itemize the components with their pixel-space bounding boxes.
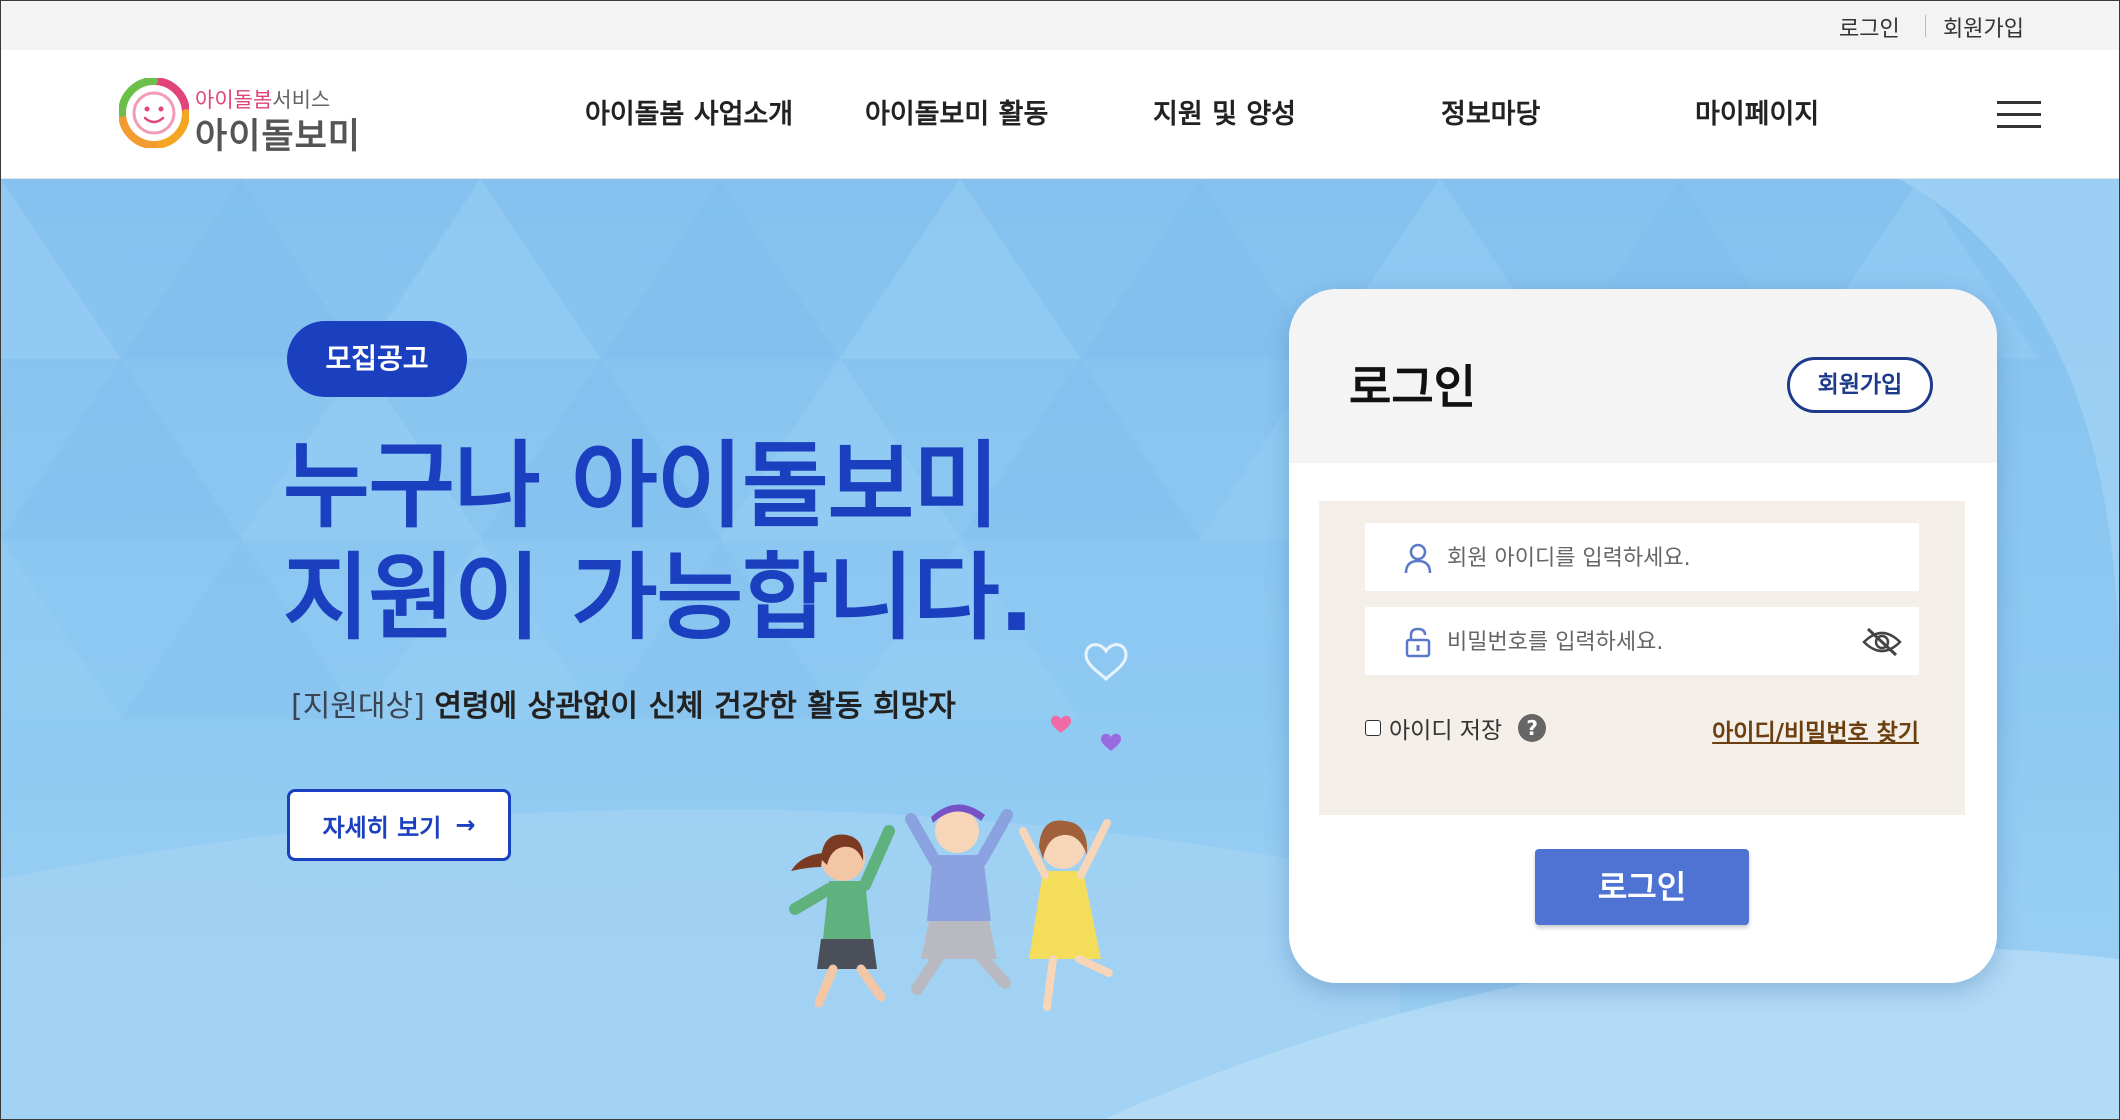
nav-support-training[interactable]: 지원 및 양성 xyxy=(1153,92,1296,131)
login-submit-button[interactable]: 로그인 xyxy=(1535,849,1749,925)
save-id-checkbox[interactable] xyxy=(1365,720,1381,736)
hero-subtext-prefix: [지원대상] xyxy=(291,689,425,724)
password-field[interactable] xyxy=(1365,607,1919,677)
nav-mypage[interactable]: 마이페이지 xyxy=(1695,92,1819,131)
login-card-header: 로그인 회원가입 xyxy=(1289,289,1997,463)
hero-section: 모집공고 누구나 아이돌보미 지원이 가능합니다. [지원대상] 연령에 상관없… xyxy=(1,179,2119,1119)
heart-outline-icon xyxy=(1084,643,1128,682)
nav-activity[interactable]: 아이돌보미 활동 xyxy=(865,92,1048,131)
password-input[interactable] xyxy=(1445,607,1869,677)
nav-info[interactable]: 정보마당 xyxy=(1441,92,1540,131)
site-header: 아이돌봄서비스 아이돌보미 아이돌봄 사업소개 아이돌보미 활동 지원 및 양성… xyxy=(1,50,2119,179)
login-form: 아이디 저장 ? 아이디/비밀번호 찾기 xyxy=(1319,501,1965,815)
hamburger-menu-icon[interactable] xyxy=(1997,101,2041,129)
eye-off-icon[interactable] xyxy=(1861,627,1903,657)
id-input[interactable] xyxy=(1445,523,1869,593)
help-icon[interactable]: ? xyxy=(1518,714,1547,742)
login-title: 로그인 xyxy=(1349,360,1476,414)
user-icon xyxy=(1404,543,1432,574)
nav-about[interactable]: 아이돌봄 사업소개 xyxy=(585,92,793,131)
smile-logo-icon xyxy=(119,78,189,148)
save-id-row: 아이디 저장 ? xyxy=(1365,711,1547,745)
login-card: 로그인 회원가입 회원 아이디를 입력하세요. 아이디 저장 ? 아이디/비밀번… xyxy=(1289,289,1997,983)
page-frame: 로그인 회원가입 아이돌봄서비스 아이돌보미 아이돌봄 사업소개 아이돌보미 활… xyxy=(0,0,2120,1120)
heart-purple-icon xyxy=(1101,733,1121,751)
arrow-right-icon: → xyxy=(455,811,476,839)
id-field[interactable] xyxy=(1365,523,1919,593)
heart-pink-icon xyxy=(1051,715,1071,733)
utility-divider xyxy=(1925,15,1926,37)
more-details-button[interactable]: 자세히 보기 → xyxy=(287,789,511,861)
logo-title: 아이돌보미 xyxy=(195,117,362,157)
utility-signup-link[interactable]: 회원가입 xyxy=(1943,11,2024,43)
site-logo[interactable]: 아이돌봄서비스 아이돌보미 xyxy=(119,78,360,157)
card-signup-button[interactable]: 회원가입 xyxy=(1787,357,1933,413)
recruit-badge: 모집공고 xyxy=(287,321,467,397)
hero-headline-line1: 누구나 아이돌보미 xyxy=(283,432,1000,541)
utility-login-link[interactable]: 로그인 xyxy=(1839,11,1900,43)
lock-icon xyxy=(1405,627,1431,658)
find-id-password-link[interactable]: 아이디/비밀번호 찾기 xyxy=(1712,713,1919,747)
utility-bar: 로그인 회원가입 xyxy=(1,1,2119,50)
jumping-kids-illustration xyxy=(789,643,1128,1011)
more-details-label: 자세히 보기 xyxy=(322,813,442,842)
save-id-label[interactable]: 아이디 저장 xyxy=(1389,711,1502,745)
